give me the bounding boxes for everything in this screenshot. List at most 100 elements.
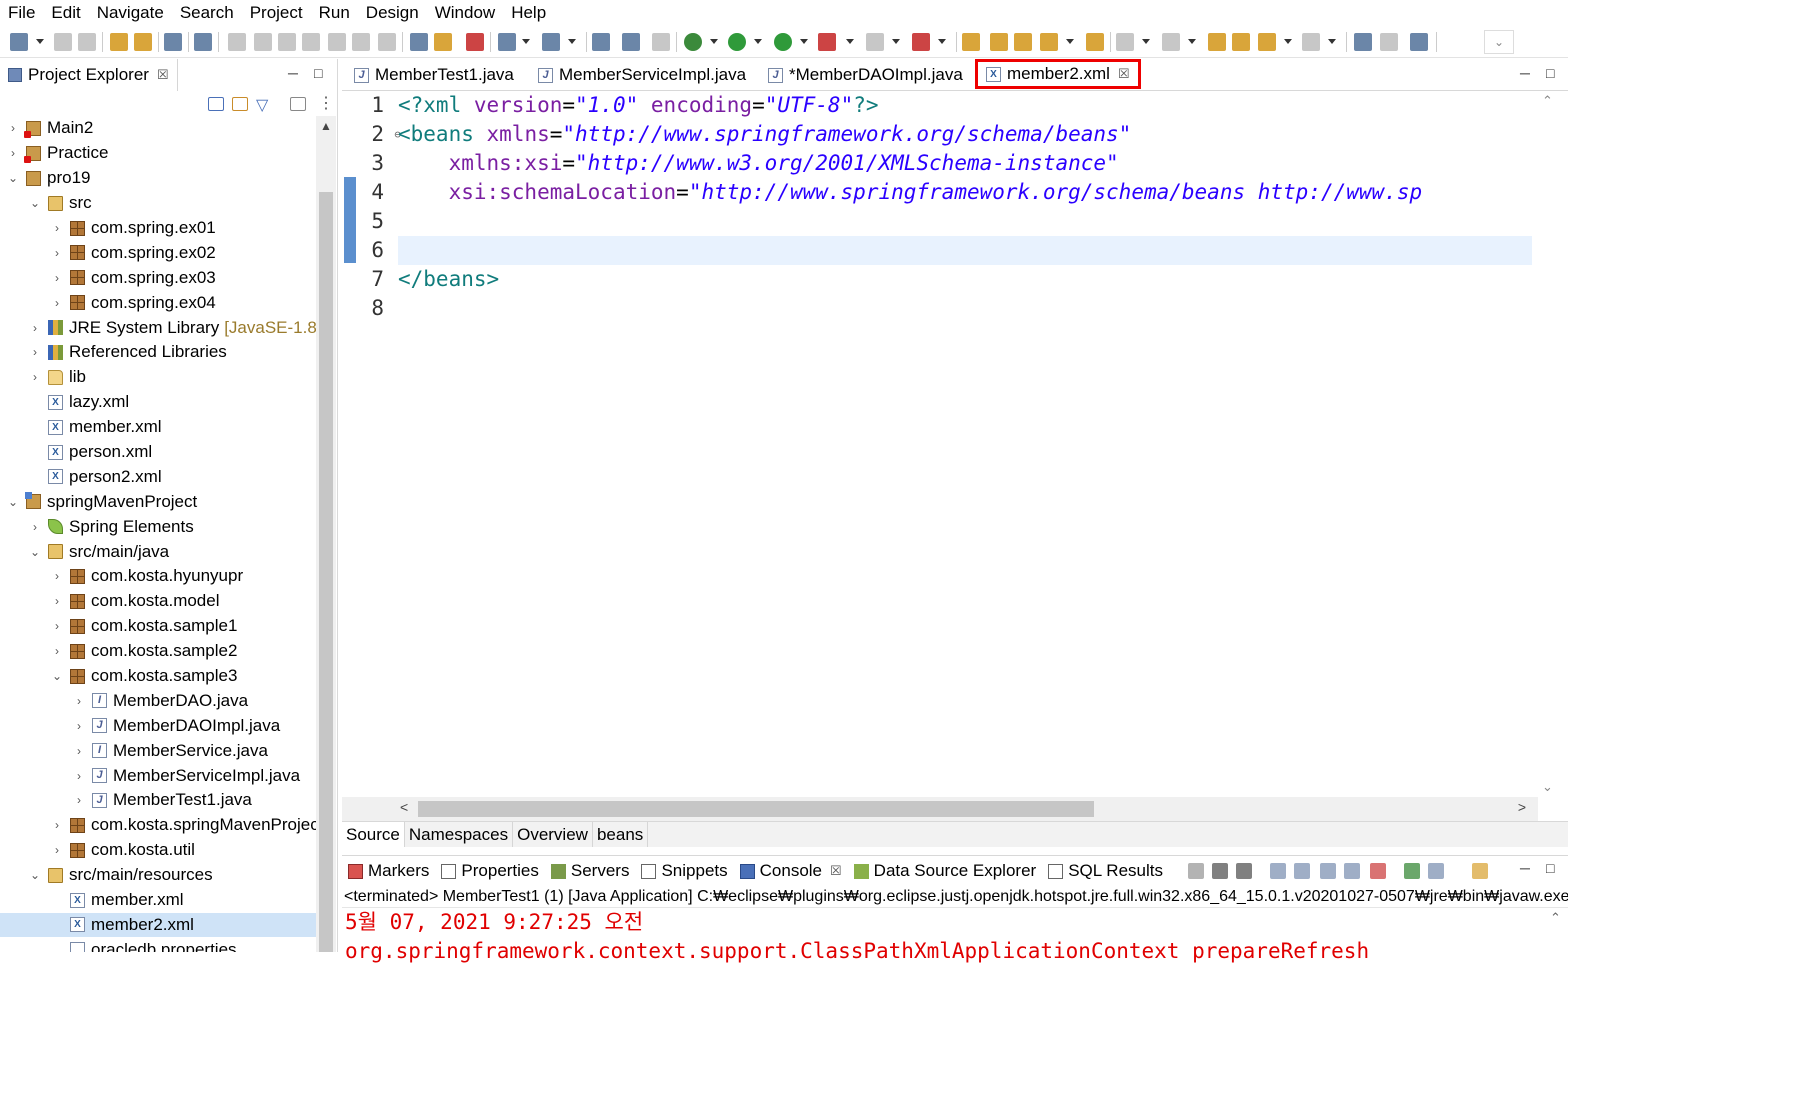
skip-breakpoints-icon[interactable]: [194, 33, 212, 51]
chevron-down-icon[interactable]: ⌄: [6, 495, 20, 509]
word-wrap-icon[interactable]: [1320, 863, 1336, 879]
next-annotation-icon[interactable]: [1116, 33, 1134, 51]
save-icon[interactable]: [54, 33, 72, 51]
minimize-icon[interactable]: ─: [1520, 860, 1530, 876]
minimize-icon[interactable]: ─: [288, 65, 298, 81]
scroll-lock-icon[interactable]: [1294, 863, 1310, 879]
tree-item[interactable]: › com.spring.ex01: [0, 216, 316, 241]
tab-overview[interactable]: Overview: [513, 822, 593, 847]
chevron-right-icon[interactable]: ›: [50, 818, 64, 832]
tree-item[interactable]: › JRE System Library [JavaSE-1.8]: [0, 315, 316, 340]
tab-beans[interactable]: beans: [593, 822, 649, 847]
menu-design[interactable]: Design: [366, 3, 419, 23]
tree-item[interactable]: › I MemberService.java: [0, 738, 316, 763]
use-step-filters-icon[interactable]: [410, 33, 428, 51]
scroll-right-icon[interactable]: >: [1518, 799, 1526, 815]
globe-icon[interactable]: [592, 33, 610, 51]
clear-console-icon[interactable]: [1270, 863, 1286, 879]
chevron-right-icon[interactable]: ›: [50, 221, 64, 235]
tab-namespaces[interactable]: Namespaces: [405, 822, 514, 847]
new-server-icon[interactable]: [498, 33, 516, 51]
tree-item[interactable]: › com.spring.ex04: [0, 290, 316, 315]
chevron-right-icon[interactable]: ›: [72, 719, 86, 733]
show-console-err-icon[interactable]: [1370, 863, 1386, 879]
save-all-icon[interactable]: [78, 33, 96, 51]
tab-source[interactable]: Source: [342, 822, 405, 847]
stop-dropdown-icon[interactable]: [892, 39, 900, 45]
chevron-down-icon[interactable]: ⌄: [28, 545, 42, 559]
deploy-icon[interactable]: [912, 33, 930, 51]
tree-item[interactable]: › com.kosta.springMavenProject: [0, 813, 316, 838]
editor-horizontal-scrollbar[interactable]: < >: [342, 797, 1538, 821]
chevron-down-icon[interactable]: ⌄: [50, 669, 64, 683]
chevron-right-icon[interactable]: ›: [50, 569, 64, 583]
scroll-down-icon[interactable]: ⌄: [1542, 779, 1553, 795]
tree-item[interactable]: › I MemberDAO.java: [0, 688, 316, 713]
focus-icon[interactable]: [290, 97, 306, 111]
new-dropdown2-icon[interactable]: [1066, 39, 1074, 45]
tree-item[interactable]: › Spring Elements: [0, 514, 316, 539]
tree-item[interactable]: Xperson.xml: [0, 440, 316, 465]
new-icon[interactable]: [10, 33, 28, 51]
menu-file[interactable]: File: [8, 3, 35, 23]
editor-vertical-scrollbar[interactable]: ⌃ ⌄: [1532, 91, 1568, 799]
tree-item[interactable]: › J MemberDAOImpl.java: [0, 713, 316, 738]
tree-item[interactable]: ⌄ com.kosta.sample3: [0, 664, 316, 689]
coverage-run-icon[interactable]: [774, 33, 792, 51]
tree-item[interactable]: Xmember2.xml: [0, 912, 316, 938]
chevron-right-icon[interactable]: ›: [6, 146, 20, 160]
tree-item[interactable]: › com.spring.ex03: [0, 265, 316, 290]
coverage-icon[interactable]: [652, 33, 670, 51]
chevron-right-icon[interactable]: ›: [50, 246, 64, 260]
tree-item[interactable]: › com.kosta.sample1: [0, 614, 316, 639]
chevron-down-icon[interactable]: ⌄: [6, 171, 20, 185]
tree-item[interactable]: Xlazy.xml: [0, 390, 316, 415]
server-dropdown-icon[interactable]: [522, 39, 530, 45]
close-icon[interactable]: ☒: [157, 67, 169, 83]
chevron-right-icon[interactable]: ›: [72, 694, 86, 708]
disconnect-icon[interactable]: [302, 33, 320, 51]
tab-memberdaoimpl[interactable]: J *MemberDAOImpl.java: [760, 59, 971, 91]
show-console-out-icon[interactable]: [1344, 863, 1360, 879]
drop-to-frame-icon[interactable]: [434, 33, 452, 51]
spring-dropdown-icon[interactable]: [568, 39, 576, 45]
resume-icon[interactable]: [228, 33, 246, 51]
stop-icon[interactable]: [866, 33, 884, 51]
terminate-icon[interactable]: [278, 33, 296, 51]
chevron-down-icon[interactable]: ⌄: [28, 196, 42, 210]
chevron-right-icon[interactable]: ›: [50, 644, 64, 658]
tree-item[interactable]: › com.kosta.model: [0, 589, 316, 614]
tree-item[interactable]: ⌄ src/main/resources: [0, 863, 316, 888]
refresh-server-icon[interactable]: [466, 33, 484, 51]
tab-console[interactable]: Console ☒: [739, 861, 842, 881]
tree-item[interactable]: › com.kosta.sample2: [0, 639, 316, 664]
forward-edit-icon[interactable]: [1232, 33, 1250, 51]
link-with-editor-icon[interactable]: [232, 97, 248, 111]
suspend-icon[interactable]: [254, 33, 272, 51]
maximize-icon[interactable]: □: [1546, 65, 1554, 81]
project-explorer-scrollbar[interactable]: ▲: [316, 116, 336, 952]
scrollbar-thumb[interactable]: [418, 801, 1094, 817]
step-return-icon[interactable]: [378, 33, 396, 51]
chevron-right-icon[interactable]: ›: [72, 744, 86, 758]
chevron-right-icon[interactable]: ›: [28, 370, 42, 384]
external-tools-icon[interactable]: [818, 33, 836, 51]
console-scrollbar[interactable]: ⌃: [1544, 908, 1568, 953]
new-class-icon[interactable]: [1014, 33, 1032, 51]
tab-properties[interactable]: Properties: [441, 861, 539, 881]
menu-search[interactable]: Search: [180, 3, 234, 23]
edit-icon[interactable]: [1380, 33, 1398, 51]
menu-navigate[interactable]: Navigate: [97, 3, 164, 23]
scroll-up-icon[interactable]: ▲: [316, 116, 336, 136]
tree-item[interactable]: › J MemberTest1.java: [0, 788, 316, 813]
chevron-right-icon[interactable]: ›: [50, 594, 64, 608]
open-perspective-icon[interactable]: [1354, 33, 1372, 51]
collapse-all-icon[interactable]: [208, 97, 224, 111]
open-task-icon[interactable]: [1086, 33, 1104, 51]
chevron-right-icon[interactable]: ›: [50, 843, 64, 857]
menu-edit[interactable]: Edit: [51, 3, 80, 23]
run-dropdown-icon[interactable]: [754, 39, 762, 45]
tree-item[interactable]: › Main2: [0, 116, 316, 141]
tab-markers[interactable]: Markers: [348, 861, 429, 881]
console-output[interactable]: 5월 07, 2021 9:27:25 오전 org.springframewo…: [342, 908, 1568, 966]
